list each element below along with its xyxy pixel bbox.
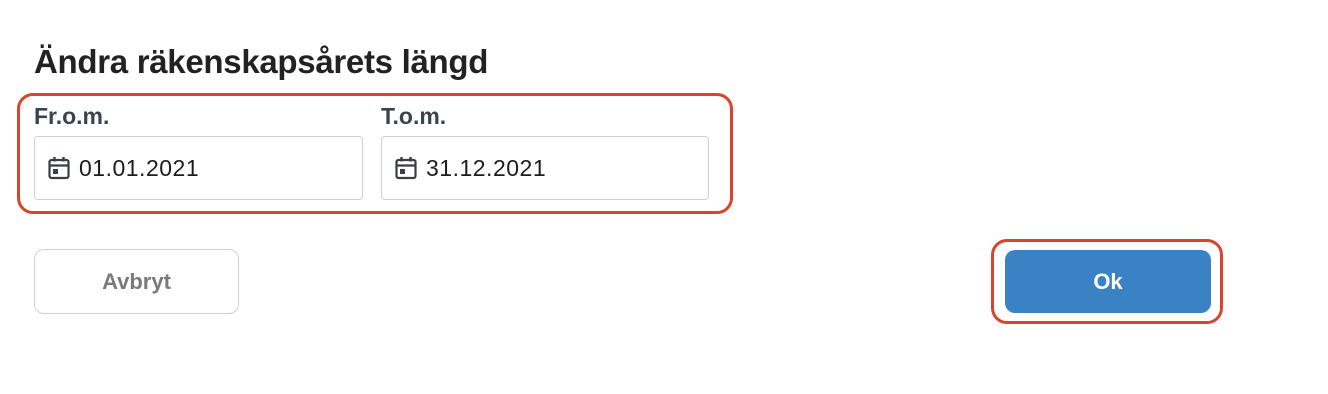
calendar-icon: [395, 157, 417, 180]
dialog-title: Ändra räkenskapsårets längd: [34, 43, 489, 80]
calendar-icon: [48, 157, 70, 180]
from-date-label: Fr.o.m.: [34, 103, 110, 129]
to-date-label: T.o.m.: [381, 103, 447, 129]
cancel-button[interactable]: Avbryt: [34, 249, 239, 314]
ok-button[interactable]: Ok: [1005, 250, 1211, 313]
from-date-value: 01.01.2021: [79, 154, 200, 181]
from-date-input[interactable]: 01.01.2021: [34, 136, 363, 200]
to-date-value: 31.12.2021: [426, 154, 547, 181]
to-date-input[interactable]: 31.12.2021: [381, 136, 709, 200]
